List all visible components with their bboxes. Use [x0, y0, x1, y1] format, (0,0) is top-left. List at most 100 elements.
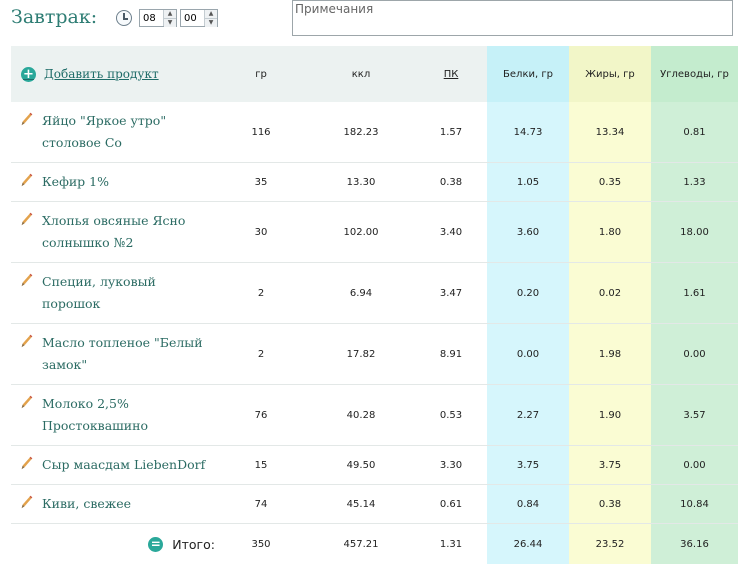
pencil-icon[interactable]	[21, 456, 33, 470]
cell-gr: 15	[215, 445, 307, 485]
cell-carbs: 1.61	[651, 262, 738, 324]
add-product-link[interactable]: + Добавить продукт	[21, 66, 215, 82]
header-carbs: Углеводы, гр	[651, 46, 738, 102]
meal-title: Завтрак:	[11, 6, 98, 28]
cell-fat: 1.98	[569, 323, 651, 385]
cell-kcal: 45.14	[307, 484, 415, 524]
cell-gr: 116	[215, 102, 307, 163]
cell-kcal: 17.82	[307, 323, 415, 385]
minute-down-button[interactable]: ▼	[205, 19, 217, 27]
cell-protein: 0.00	[487, 323, 569, 385]
cell-fat: 13.34	[569, 102, 651, 163]
cell-kcal: 6.94	[307, 262, 415, 324]
cell-gr: 74	[215, 484, 307, 524]
cell-carbs: 3.57	[651, 384, 738, 446]
cell-fat: 0.02	[569, 262, 651, 324]
cell-carbs: 18.00	[651, 201, 738, 263]
cell-protein: 2.27	[487, 384, 569, 446]
pencil-icon[interactable]	[21, 495, 33, 509]
total-fat: 23.52	[569, 523, 651, 564]
header-fat: Жиры, гр	[569, 46, 651, 102]
cell-kcal: 40.28	[307, 384, 415, 446]
cell-pk: 0.61	[415, 484, 487, 524]
table-header: + Добавить продукт гр ккл ПК Белки, гр Ж…	[11, 46, 738, 102]
total-label: Итого:	[172, 536, 215, 552]
cell-carbs: 1.33	[651, 162, 738, 202]
cell-kcal: 102.00	[307, 201, 415, 263]
cell-fat: 0.38	[569, 484, 651, 524]
equals-icon: =	[148, 536, 164, 552]
table-row: Хлопья овсяные Ясно солнышко №2 30 102.00 3…	[11, 201, 738, 263]
header-kcal: ккл	[307, 46, 415, 102]
pencil-icon[interactable]	[21, 395, 33, 409]
product-name[interactable]: Яйцо "Яркое утро" столовое Со	[42, 110, 215, 154]
hour-input[interactable]	[140, 10, 163, 26]
notes-field[interactable]	[292, 0, 733, 36]
add-product-label: Добавить продукт	[44, 67, 159, 81]
cell-kcal: 182.23	[307, 102, 415, 163]
cell-carbs: 0.00	[651, 445, 738, 485]
table-row: Яйцо "Яркое утро" столовое Со 116 182.23 1.…	[11, 102, 738, 163]
hour-stepper[interactable]: ▲ ▼	[139, 9, 177, 27]
cell-pk: 1.57	[415, 102, 487, 163]
cell-fat: 1.90	[569, 384, 651, 446]
cell-pk: 0.53	[415, 384, 487, 446]
total-row: = Итого: 350 457.21 1.31 26.44 23.52 36.16	[11, 523, 738, 564]
cell-gr: 2	[215, 323, 307, 385]
hour-up-button[interactable]: ▲	[164, 10, 176, 19]
cell-protein: 3.60	[487, 201, 569, 263]
table-row: Киви, свежее 74 45.14 0.61 0.84 0.38 10.84	[11, 484, 738, 524]
product-name[interactable]: Молоко 2,5% Простоквашино	[42, 393, 215, 437]
product-name[interactable]: Специи, луковый порошок	[42, 271, 215, 315]
pencil-icon[interactable]	[21, 173, 33, 187]
cell-fat: 3.75	[569, 445, 651, 485]
product-name[interactable]: Киви, свежее	[42, 493, 131, 515]
product-name[interactable]: Масло топленое "Белый замок"	[42, 332, 215, 376]
cell-fat: 1.80	[569, 201, 651, 263]
cell-gr: 2	[215, 262, 307, 324]
cell-protein: 0.84	[487, 484, 569, 524]
header-protein: Белки, гр	[487, 46, 569, 102]
cell-pk: 3.30	[415, 445, 487, 485]
cell-carbs: 0.00	[651, 323, 738, 385]
table-row: Кефир 1% 35 13.30 0.38 1.05 0.35 1.33	[11, 162, 738, 202]
total-carbs: 36.16	[651, 523, 738, 564]
hour-down-button[interactable]: ▼	[164, 19, 176, 27]
cell-carbs: 10.84	[651, 484, 738, 524]
pencil-icon[interactable]	[21, 112, 33, 126]
pencil-icon[interactable]	[21, 212, 33, 226]
cell-gr: 30	[215, 201, 307, 263]
total-gr: 350	[251, 538, 271, 550]
table-row: Молоко 2,5% Простоквашино 76 40.28 0.53 2.27…	[11, 384, 738, 446]
cell-pk: 0.38	[415, 162, 487, 202]
table-row: Специи, луковый порошок 2 6.94 3.47 0.20 0.02…	[11, 262, 738, 324]
cell-gr: 35	[215, 162, 307, 202]
cell-carbs: 0.81	[651, 102, 738, 163]
product-name[interactable]: Кефир 1%	[42, 171, 109, 193]
cell-pk: 3.40	[415, 201, 487, 263]
product-name[interactable]: Хлопья овсяные Ясно солнышко №2	[42, 210, 215, 254]
minute-stepper[interactable]: ▲ ▼	[180, 9, 218, 27]
cell-protein: 3.75	[487, 445, 569, 485]
table-row: Сыр маасдам LiebenDorf 15 49.50 3.30 3.75 3.7…	[11, 445, 738, 485]
cell-pk: 8.91	[415, 323, 487, 385]
cell-pk: 3.47	[415, 262, 487, 324]
food-table: + Добавить продукт гр ккл ПК Белки, гр Ж…	[11, 46, 738, 564]
minute-up-button[interactable]: ▲	[205, 10, 217, 19]
minute-input[interactable]	[181, 10, 204, 26]
header-pk[interactable]: ПК	[415, 46, 487, 102]
product-name[interactable]: Сыр маасдам LiebenDorf	[42, 454, 205, 476]
total-kcal: 457.21	[343, 538, 379, 550]
clock-icon	[116, 10, 132, 26]
cell-fat: 0.35	[569, 162, 651, 202]
plus-icon: +	[21, 66, 36, 82]
cell-kcal: 13.30	[307, 162, 415, 202]
pencil-icon[interactable]	[21, 334, 33, 348]
header-gr: гр	[215, 46, 307, 102]
table-row: Масло топленое "Белый замок" 2 17.82 8.91 0.…	[11, 323, 738, 385]
cell-protein: 14.73	[487, 102, 569, 163]
pencil-icon[interactable]	[21, 273, 33, 287]
total-protein: 26.44	[487, 523, 569, 564]
cell-gr: 76	[215, 384, 307, 446]
time-picker: ▲ ▼ ▲ ▼	[116, 9, 218, 27]
